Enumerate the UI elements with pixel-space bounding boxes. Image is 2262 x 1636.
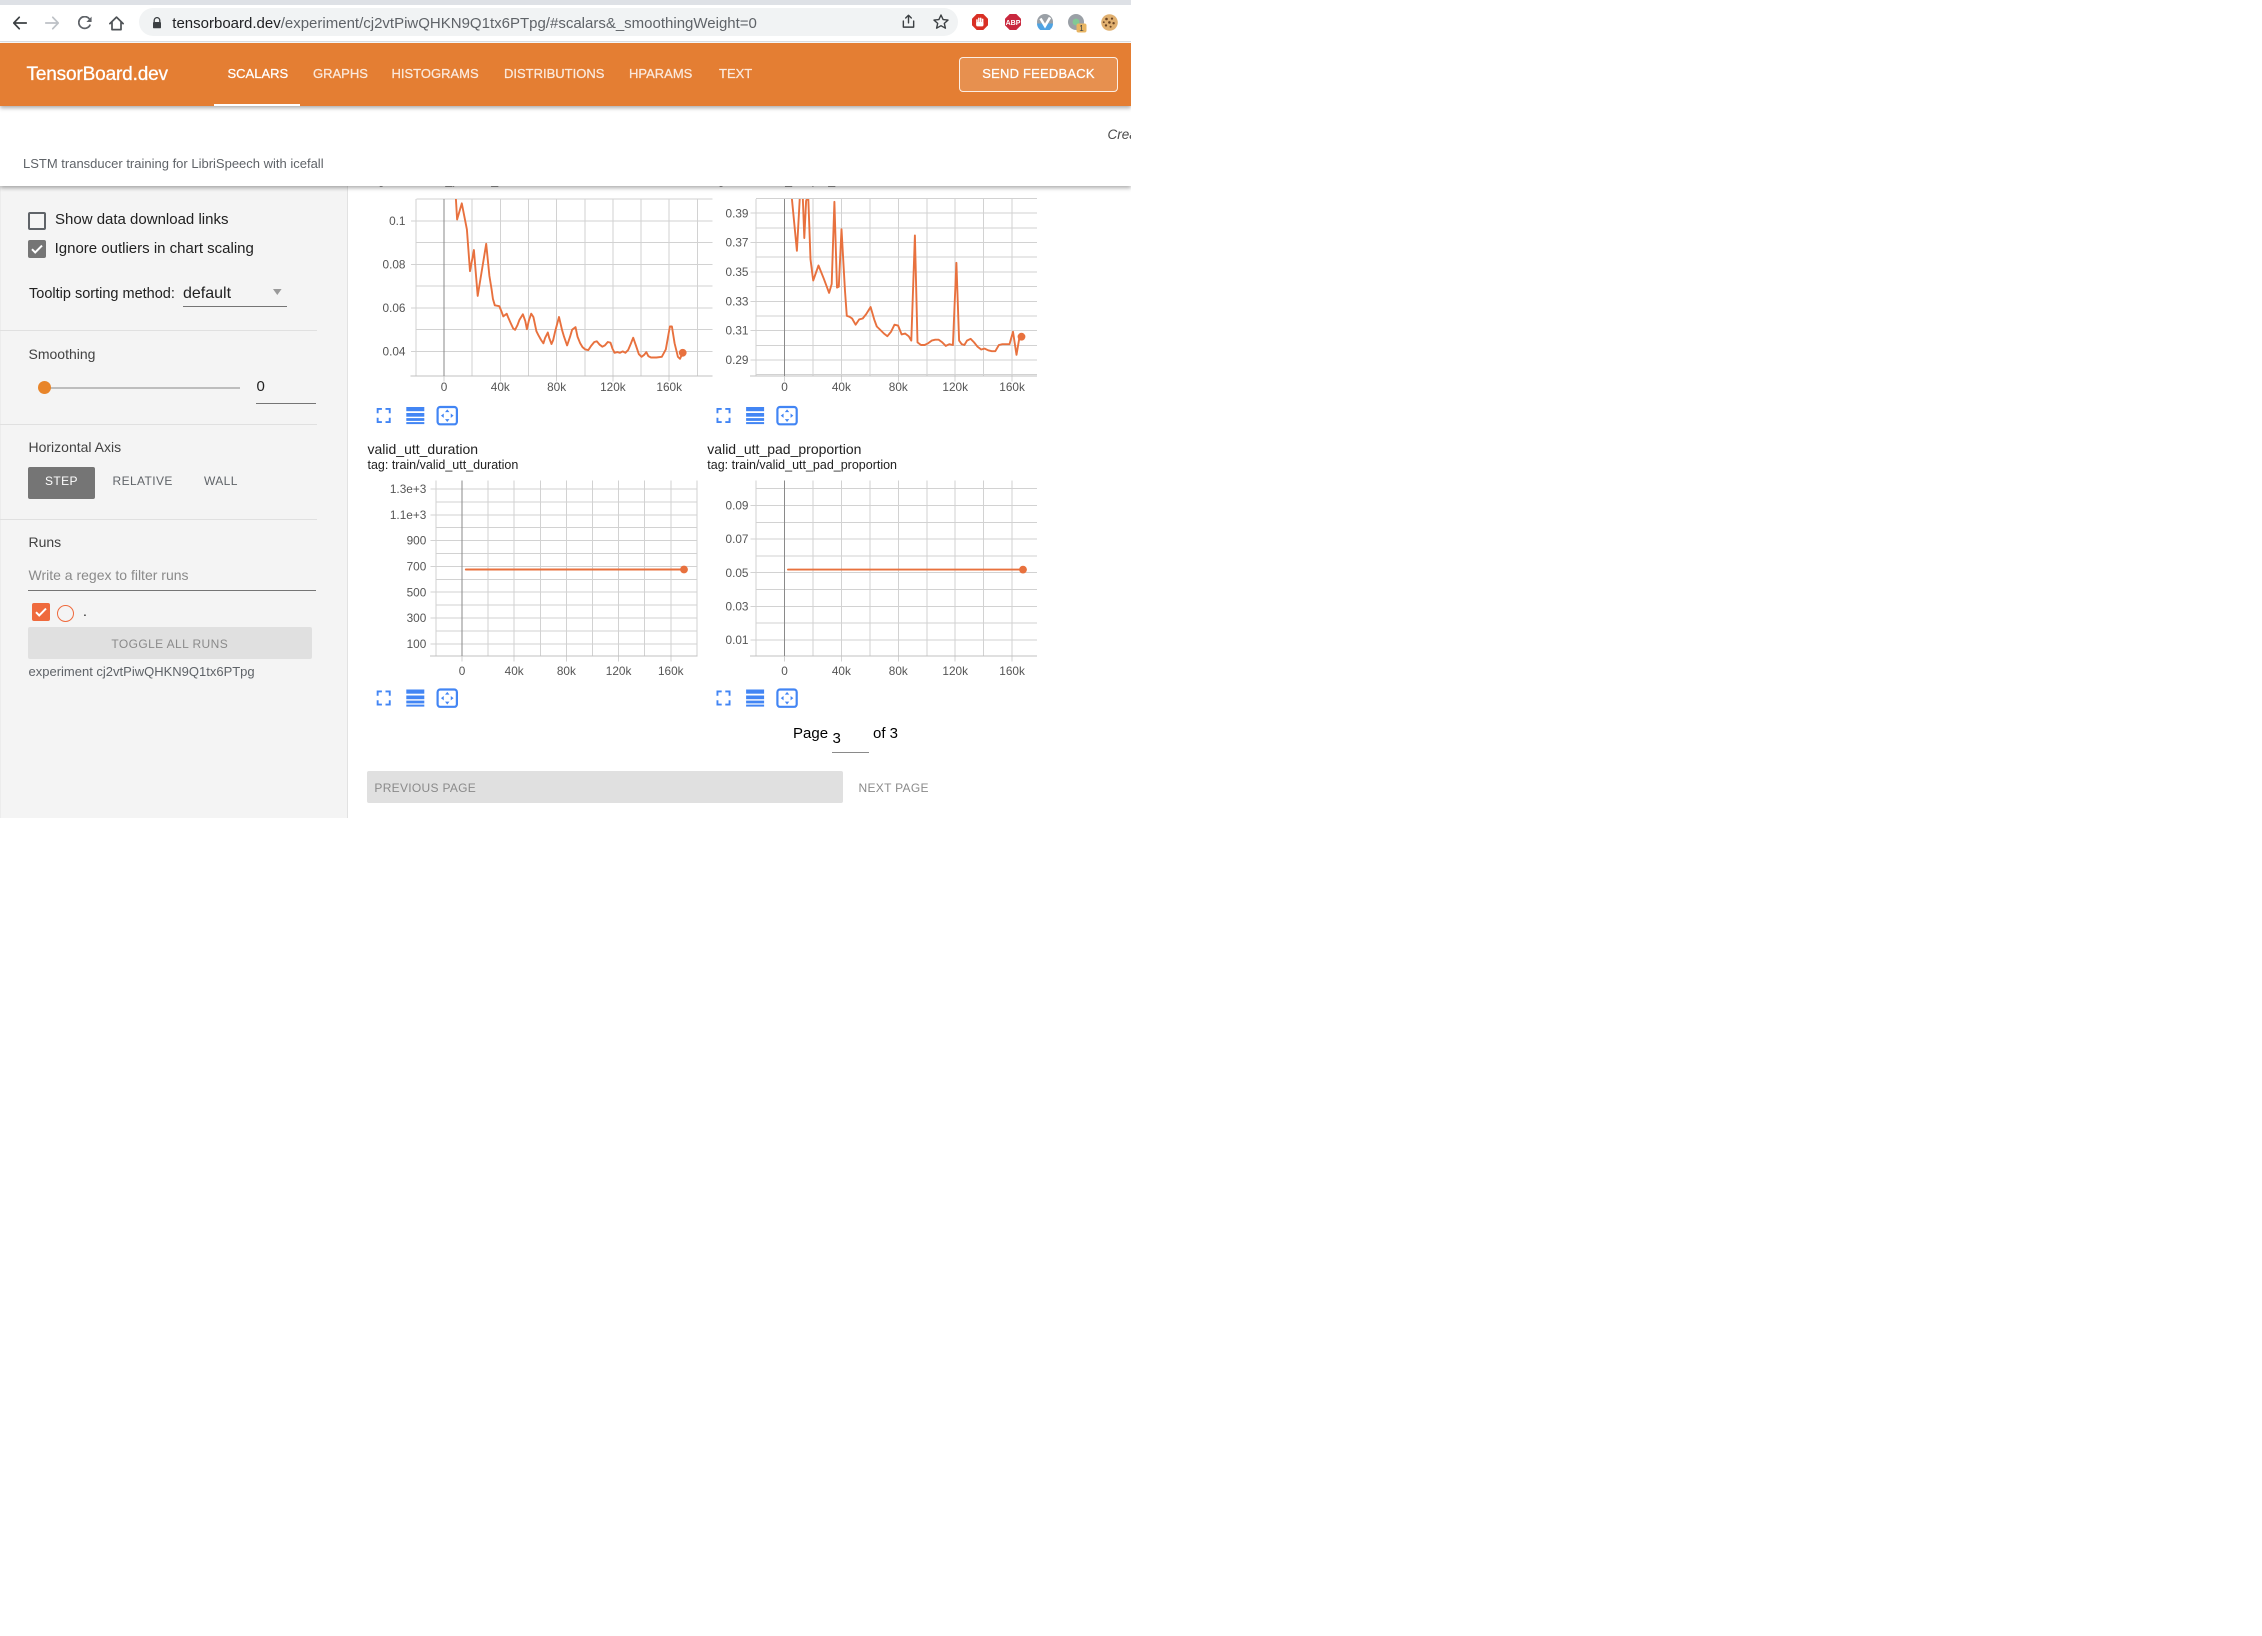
svg-text:80k: 80k: [557, 664, 576, 678]
svg-text:0.31: 0.31: [726, 324, 749, 338]
svg-text:0.05: 0.05: [726, 566, 749, 580]
svg-text:0.01: 0.01: [726, 633, 749, 647]
svg-text:0.04: 0.04: [383, 344, 406, 358]
svg-text:0.06: 0.06: [383, 301, 406, 315]
svg-text:0.39: 0.39: [726, 206, 749, 220]
svg-text:80k: 80k: [889, 380, 908, 394]
svg-text:ABP: ABP: [1005, 20, 1020, 27]
svg-text:80k: 80k: [889, 664, 908, 678]
svg-text:0.1: 0.1: [389, 214, 405, 228]
svg-text:900: 900: [407, 534, 427, 548]
svg-text:120k: 120k: [942, 380, 968, 394]
svg-text:80k: 80k: [547, 380, 566, 394]
svg-text:40k: 40k: [491, 380, 510, 394]
svg-text:40k: 40k: [505, 664, 524, 678]
svg-text:160k: 160k: [999, 664, 1025, 678]
svg-text:300: 300: [407, 611, 427, 625]
svg-text:160k: 160k: [658, 664, 684, 678]
svg-text:0.03: 0.03: [726, 599, 749, 613]
svg-text:700: 700: [407, 560, 427, 574]
svg-text:0.33: 0.33: [726, 294, 749, 308]
svg-text:0.35: 0.35: [726, 265, 749, 279]
svg-text:1.3e+3: 1.3e+3: [390, 482, 427, 496]
svg-text:0: 0: [781, 380, 788, 394]
svg-text:120k: 120k: [600, 380, 626, 394]
svg-text:0.07: 0.07: [726, 532, 749, 546]
svg-text:40k: 40k: [832, 664, 851, 678]
svg-text:1.1e+3: 1.1e+3: [390, 508, 427, 522]
svg-text:0: 0: [459, 664, 466, 678]
svg-text:0.08: 0.08: [383, 257, 406, 271]
svg-text:500: 500: [407, 585, 427, 599]
svg-text:0.29: 0.29: [726, 353, 749, 367]
svg-text:160k: 160k: [999, 380, 1025, 394]
svg-text:40k: 40k: [832, 380, 851, 394]
svg-text:0: 0: [781, 664, 788, 678]
svg-text:160k: 160k: [656, 380, 682, 394]
svg-text:1: 1: [1079, 24, 1084, 33]
svg-text:0.09: 0.09: [726, 499, 749, 513]
svg-text:0.37: 0.37: [726, 236, 749, 250]
svg-text:100: 100: [407, 637, 427, 651]
svg-text:120k: 120k: [942, 664, 968, 678]
svg-text:0: 0: [441, 380, 448, 394]
svg-text:120k: 120k: [606, 664, 632, 678]
